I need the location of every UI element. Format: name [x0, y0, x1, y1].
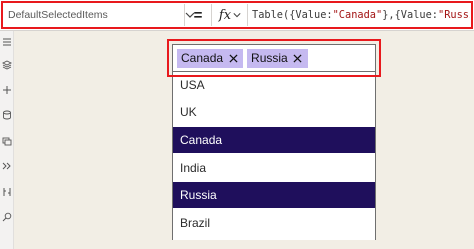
- divider: [184, 4, 185, 26]
- formula-token: },{Value:: [382, 9, 438, 21]
- list-item-label: Brazil: [180, 216, 211, 230]
- list-item-label: India: [180, 161, 207, 175]
- search-icon[interactable]: [1, 211, 13, 223]
- menu-icon[interactable]: [1, 36, 13, 48]
- formula-string: "Canada": [332, 9, 383, 21]
- list-item-brazil[interactable]: Brazil: [173, 210, 375, 236]
- close-icon[interactable]: [228, 53, 238, 63]
- selected-chip-canada: Canada: [177, 48, 244, 68]
- chip-label: Canada: [181, 51, 224, 65]
- formula-input[interactable]: Table({Value: "Canada"},{Value:"Russia"}…: [252, 4, 470, 26]
- list-item-uk[interactable]: UK: [173, 99, 375, 125]
- chevron-down-icon: [233, 13, 241, 18]
- add-icon[interactable]: [1, 84, 13, 96]
- fx-button[interactable]: fx: [215, 5, 245, 25]
- list-item-label: Canada: [180, 133, 223, 147]
- formula-token: Table({Value:: [252, 9, 333, 21]
- database-icon[interactable]: [1, 109, 13, 121]
- list-item-label: UK: [180, 105, 197, 119]
- power-automate-icon[interactable]: [1, 160, 13, 172]
- list-item-label: USA: [180, 78, 205, 92]
- list-item-label: Russia: [180, 188, 217, 202]
- property-name: DefaultSelectedItems: [8, 9, 108, 21]
- combo-box[interactable]: Canada Russia: [172, 44, 376, 72]
- variables-icon[interactable]: [1, 186, 13, 198]
- powerapps-editor: DefaultSelectedItems = fx Table({Value: …: [0, 0, 474, 249]
- formula-string: "Russia": [438, 9, 470, 21]
- divider: [247, 4, 248, 26]
- divider: [211, 4, 212, 26]
- layers-icon[interactable]: [1, 59, 13, 71]
- list-item-usa[interactable]: USA: [173, 72, 375, 98]
- list-item-india[interactable]: India: [173, 155, 375, 181]
- formula-bar: DefaultSelectedItems = fx Table({Value: …: [0, 0, 474, 31]
- close-icon[interactable]: [293, 53, 303, 63]
- list-item-canada[interactable]: Canada: [173, 127, 375, 153]
- selected-chip-russia: Russia: [247, 48, 308, 68]
- media-icon[interactable]: [1, 135, 13, 147]
- equals-sign: =: [193, 6, 203, 24]
- left-rail: [0, 31, 14, 249]
- dropdown-list: USA UK Canada India Russia Brazil: [172, 72, 376, 240]
- fx-icon: fx: [218, 7, 232, 23]
- list-item-russia[interactable]: Russia: [173, 182, 375, 208]
- property-dropdown[interactable]: DefaultSelectedItems: [4, 4, 195, 26]
- chip-label: Russia: [251, 51, 288, 65]
